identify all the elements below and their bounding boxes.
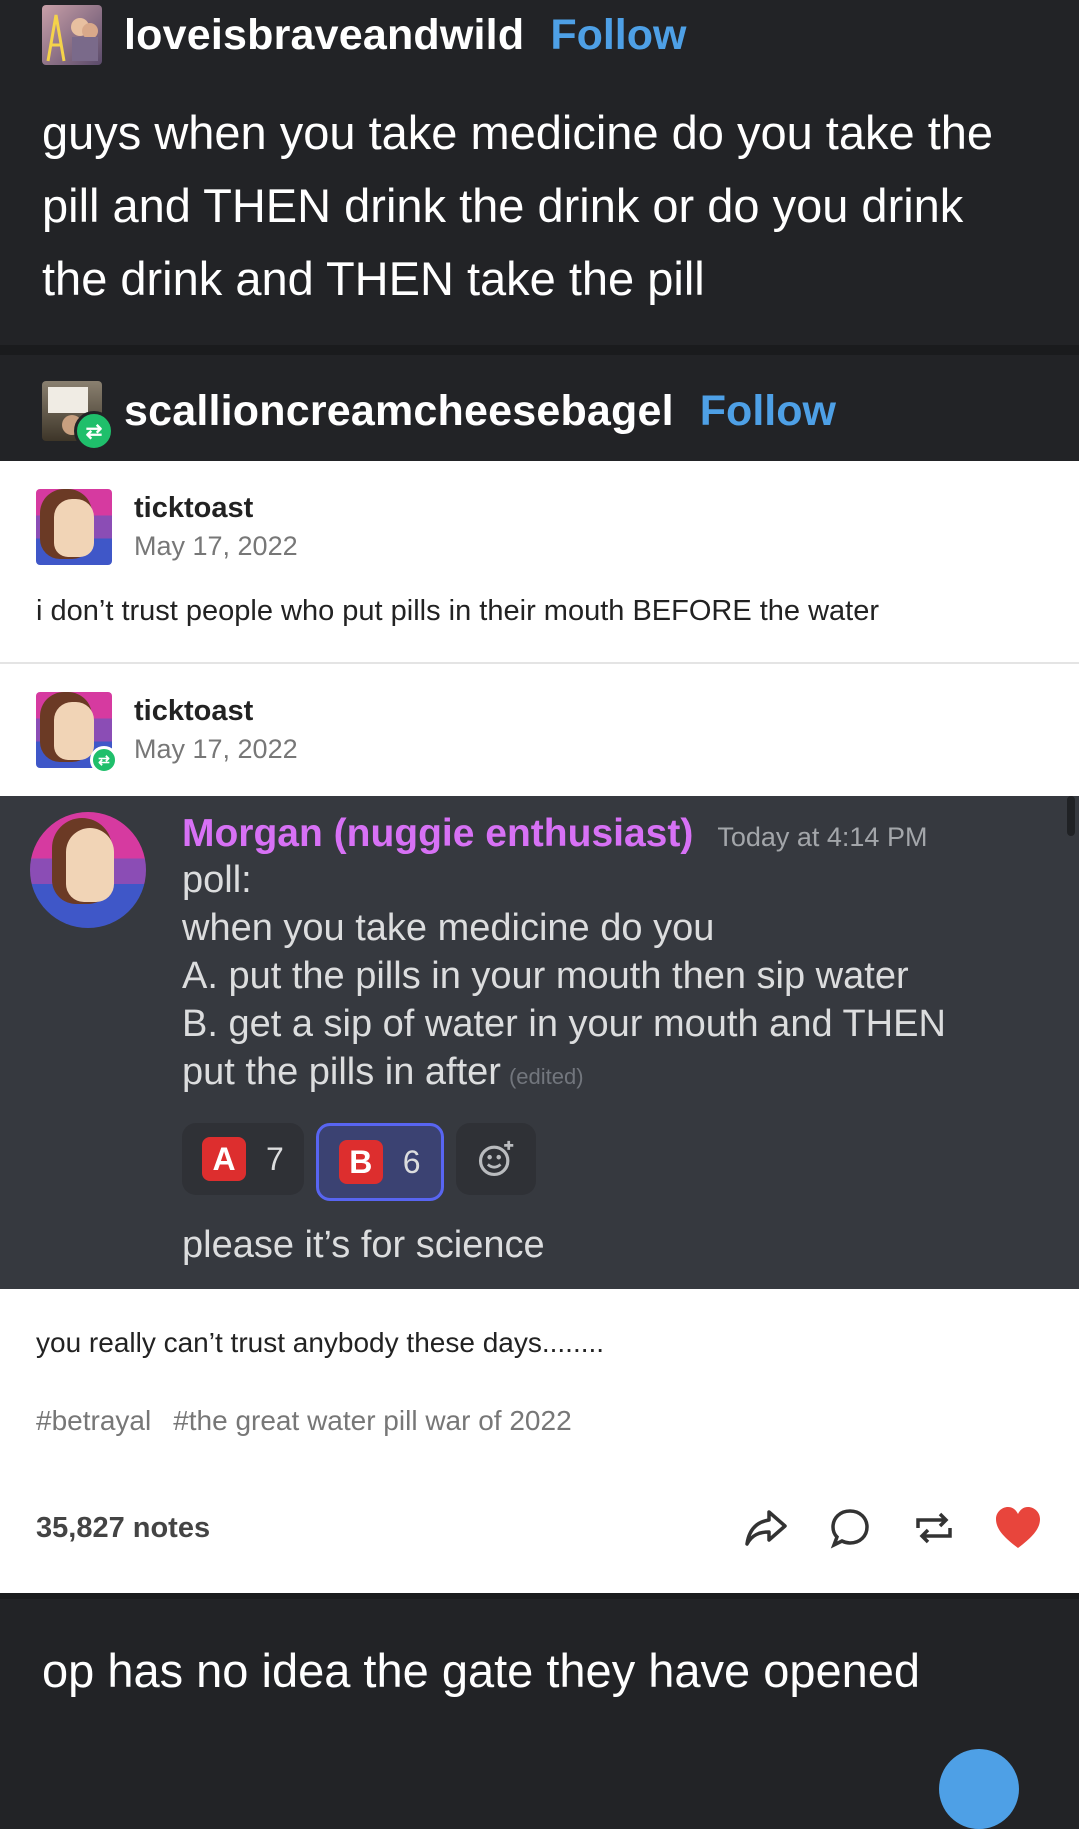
floating-action-button[interactable] xyxy=(939,1749,1019,1829)
discord-followup-message: please it’s for science xyxy=(182,1224,545,1266)
add-emoji-icon xyxy=(478,1140,513,1177)
trail-entry-header: ticktoast May 17, 2022 xyxy=(0,461,1079,565)
eiffel-tower-icon xyxy=(46,14,98,62)
reblog-comment: you really can’t trust anybody these day… xyxy=(36,1327,605,1358)
discord-screenshot: Morgan (nuggie enthusiast) Today at 4:14… xyxy=(0,796,1079,1289)
trail-date: May 17, 2022 xyxy=(134,531,298,561)
post-2: ⇄ scallioncreamcheesebagel Follow tickto… xyxy=(0,355,1079,1593)
discord-avatar xyxy=(30,812,146,928)
trail-date: May 17, 2022 xyxy=(134,734,298,764)
reaction-count: 7 xyxy=(266,1140,284,1177)
post-actions xyxy=(741,1503,1043,1553)
discord-message-line: poll: xyxy=(182,859,252,901)
edited-marker: (edited) xyxy=(508,1064,584,1089)
post-body-text: guys when you take medicine do you take … xyxy=(42,106,994,305)
post-separator xyxy=(0,345,1079,355)
reaction-a[interactable]: A 7 xyxy=(182,1123,304,1195)
heart-icon xyxy=(996,1507,1040,1548)
reblog-button[interactable] xyxy=(909,1503,959,1553)
notes-count[interactable]: 35,827 notes xyxy=(36,1512,210,1545)
reblog-icon xyxy=(916,1512,952,1544)
post-body-text: op has no idea the gate they have opened xyxy=(42,1644,921,1697)
avatar-ticktoast[interactable] xyxy=(36,489,112,565)
post-tail: you really can’t trust anybody these day… xyxy=(0,1289,1079,1437)
discord-message-line: put the pills in after (edited) xyxy=(182,1048,946,1101)
tag-link[interactable]: #the great water pill war of 2022 xyxy=(173,1405,571,1437)
reply-button[interactable] xyxy=(825,1503,875,1553)
post-1: loveisbraveandwild Follow guys when you … xyxy=(0,0,1079,345)
tag-link[interactable]: #betrayal xyxy=(36,1405,151,1437)
reblog-badge-icon: ⇄ xyxy=(90,746,118,774)
trail-author-name[interactable]: ticktoast xyxy=(134,695,298,728)
post-1-header: loveisbraveandwild Follow xyxy=(0,0,1079,70)
reaction-bar: A 7 B 6 xyxy=(182,1123,946,1201)
post-author-username[interactable]: scallioncreamcheesebagel xyxy=(124,387,674,436)
tag-list: #betrayal #the great water pill war of 2… xyxy=(36,1405,1043,1437)
post-footer: 35,827 notes xyxy=(0,1437,1079,1593)
follow-button[interactable]: Follow xyxy=(550,11,686,60)
avatar-scallioncreamcheesebagel[interactable]: ⇄ xyxy=(42,381,114,451)
avatar-face xyxy=(54,499,94,557)
post-author-username[interactable]: loveisbraveandwild xyxy=(124,11,524,60)
avatar-ticktoast[interactable]: ⇄ xyxy=(36,692,118,774)
letter-b-emoji-icon: B xyxy=(338,1140,383,1184)
letter-a-emoji-icon: A xyxy=(202,1137,246,1181)
discord-message-line: when you take medicine do you xyxy=(182,907,715,949)
avatar-loveisbraveandwild[interactable] xyxy=(42,5,102,65)
share-icon xyxy=(745,1510,787,1546)
post-2-header: ⇄ scallioncreamcheesebagel Follow xyxy=(0,355,1079,461)
add-reaction-button[interactable] xyxy=(455,1123,536,1195)
reblog-trail: ticktoast May 17, 2022 i don’t trust peo… xyxy=(0,461,1079,1593)
share-button[interactable] xyxy=(741,1503,791,1553)
trail-author-name[interactable]: ticktoast xyxy=(134,492,298,525)
discord-username: Morgan (nuggie enthusiast) xyxy=(182,812,694,855)
discord-message-line: A. put the pills in your mouth then sip … xyxy=(182,955,909,997)
follow-button[interactable]: Follow xyxy=(700,387,836,436)
scrollbar xyxy=(1067,796,1075,836)
discord-message-text: put the pills in after xyxy=(182,1051,501,1093)
reaction-count: 6 xyxy=(402,1143,421,1180)
reaction-b[interactable]: B 6 xyxy=(315,1123,444,1201)
reblog-badge-icon: ⇄ xyxy=(74,411,114,451)
like-button[interactable] xyxy=(993,1503,1043,1553)
avatar-face xyxy=(54,702,94,760)
comment-icon xyxy=(830,1509,869,1549)
trail-entry-text: i don’t trust people who put pills in th… xyxy=(36,595,880,627)
discord-timestamp: Today at 4:14 PM xyxy=(717,822,928,852)
trail-entry-header: ⇄ ticktoast May 17, 2022 xyxy=(0,664,1079,796)
post-3: op has no idea the gate they have opened xyxy=(0,1599,1079,1829)
avatar-face xyxy=(66,828,114,902)
discord-message-line: B. get a sip of water in your mouth and … xyxy=(182,1003,946,1045)
